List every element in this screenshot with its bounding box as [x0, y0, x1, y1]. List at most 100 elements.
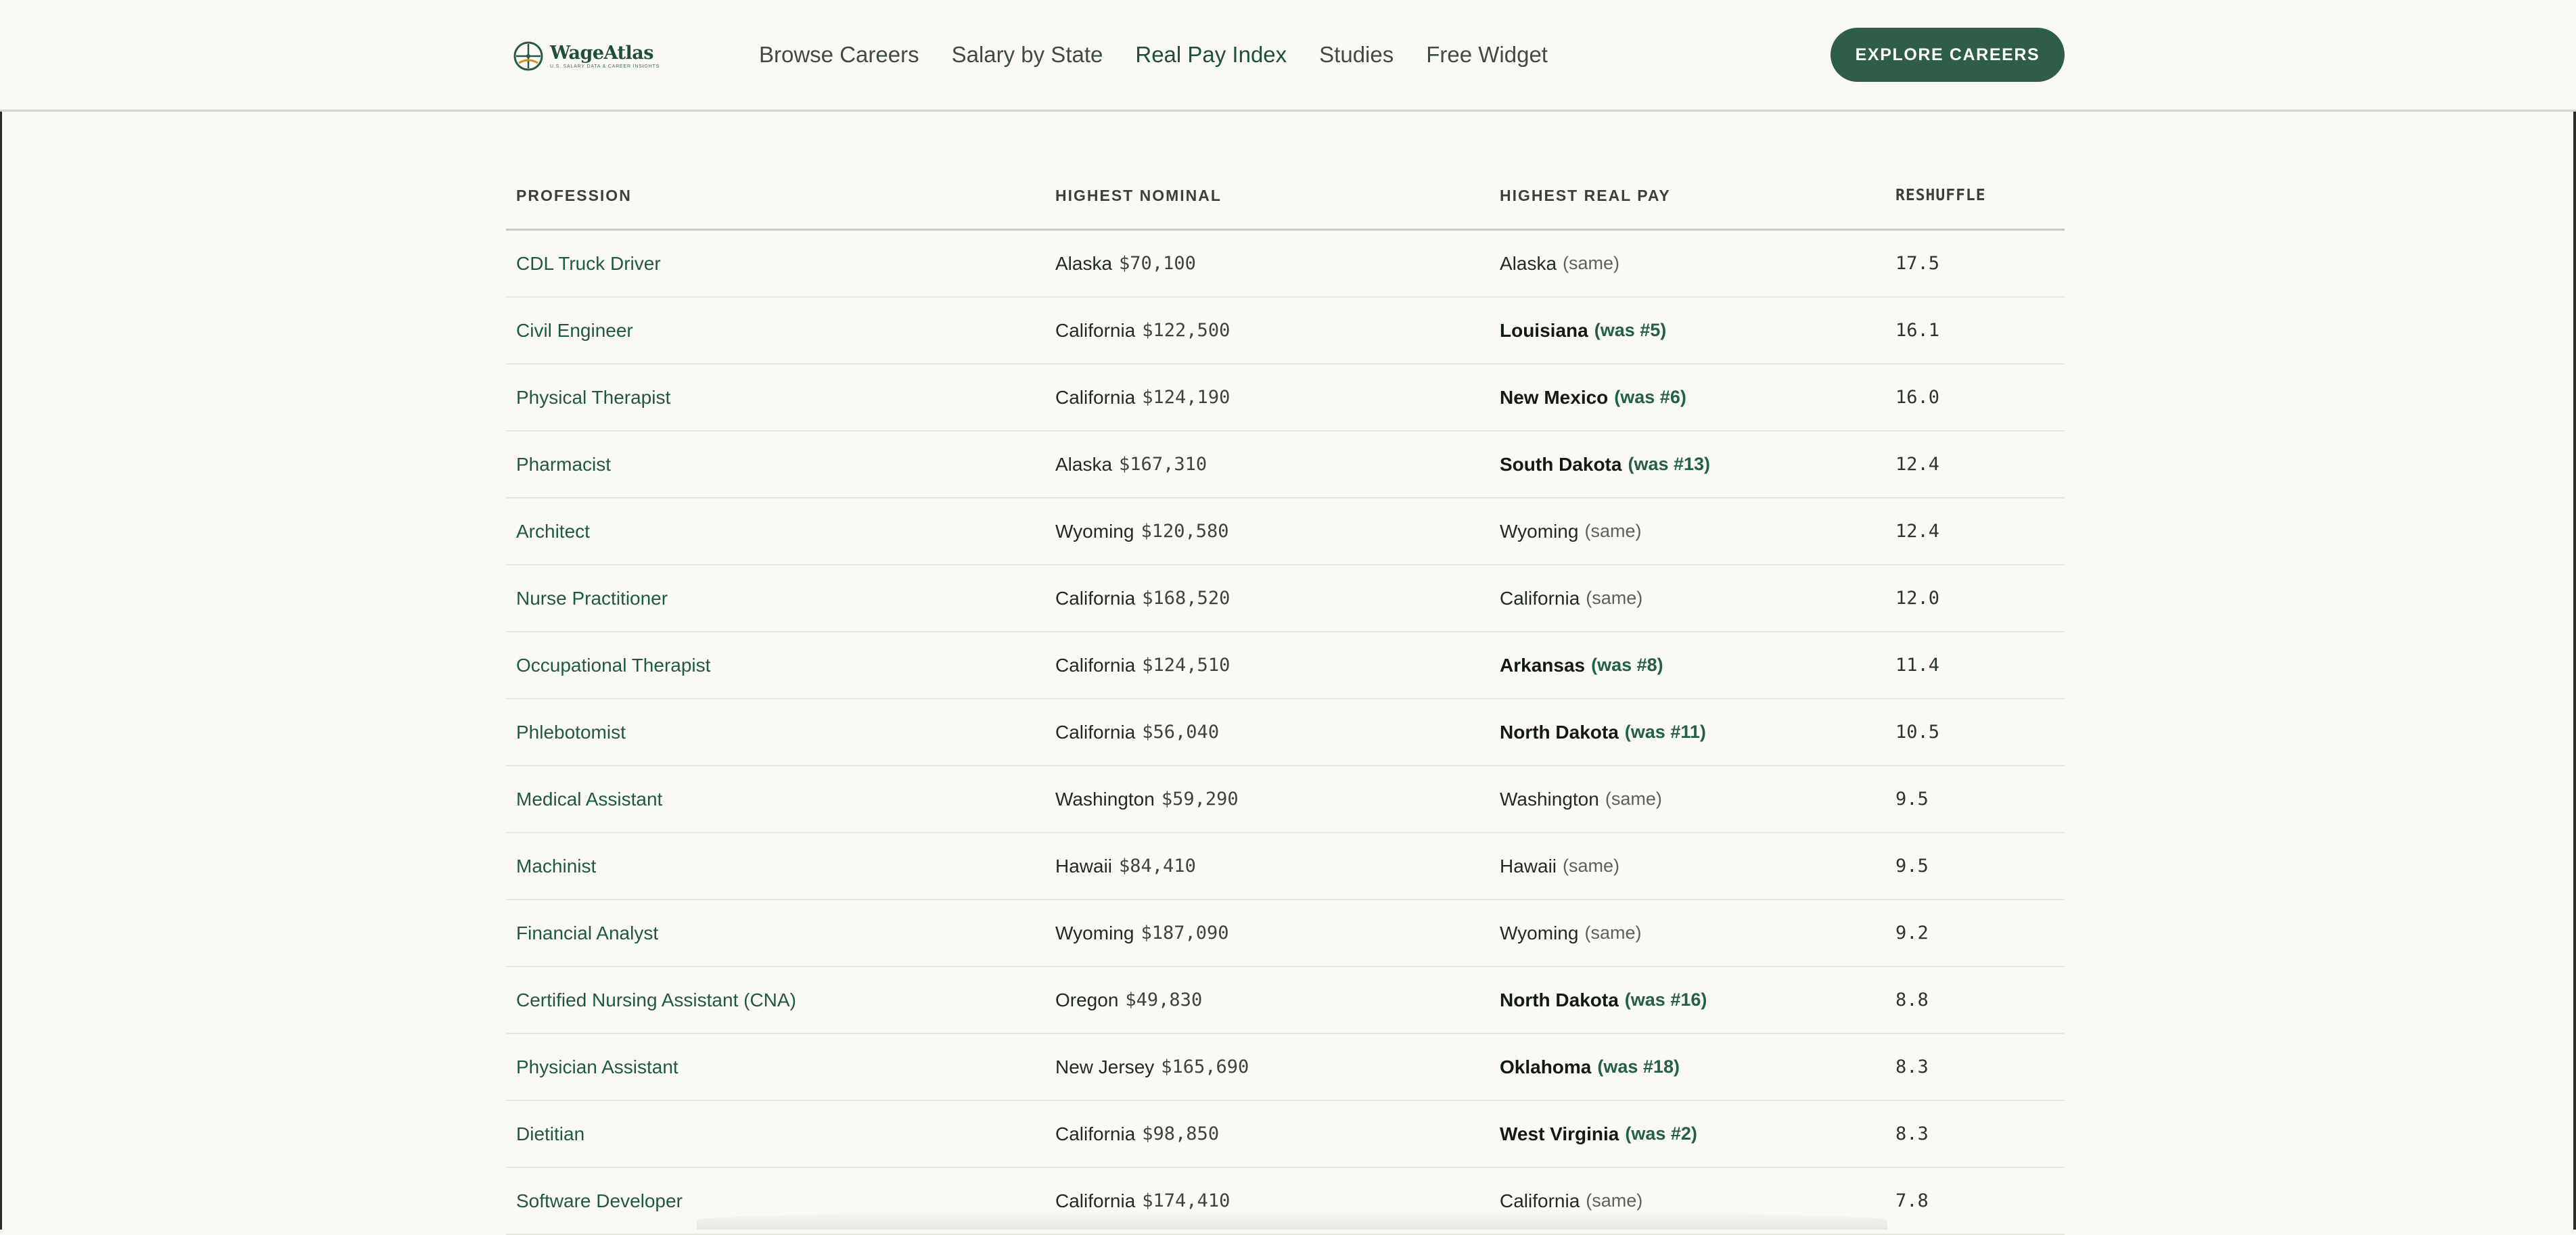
- highest-nominal-cell: Alaska $70,100: [1055, 231, 1196, 296]
- highest-nominal-cell: Hawaii $84,410: [1055, 833, 1196, 899]
- profession-link[interactable]: Phlebotomist: [516, 722, 626, 743]
- profession-link[interactable]: Machinist: [516, 856, 596, 877]
- reshuffle-score: 9.5: [1895, 856, 1929, 877]
- table-row: Civil Engineer California $122,500 Louisian…: [506, 298, 2065, 365]
- highest-real-pay-cell: Arkansas (was #8): [1500, 632, 1663, 698]
- highest-nominal-cell: California $122,500: [1055, 298, 1230, 363]
- table-row: Pharmacist Alaska $167,310 South Dakota (was…: [506, 432, 2065, 498]
- wageatlas-logo[interactable]: WageAtlas U.S. SALARY DATA & CAREER INSI…: [512, 37, 660, 75]
- profession-link[interactable]: Physical Therapist: [516, 387, 670, 409]
- table-header: PROFESSION HIGHEST NOMINAL HIGHEST REAL …: [506, 162, 2065, 231]
- table-body: CDL Truck Driver Alaska $70,100 Alaska (same…: [506, 231, 2065, 1235]
- nominal-pay: $56,040: [1142, 722, 1220, 743]
- column-header-reshuffle[interactable]: RESHUFFLE: [1895, 162, 1986, 229]
- column-header-highest-nominal: HIGHEST NOMINAL: [1055, 186, 1222, 204]
- table-row: CDL Truck Driver Alaska $70,100 Alaska (same…: [506, 231, 2065, 298]
- reshuffle-score: 11.4: [1895, 655, 1940, 676]
- rank-change-note: (was #5): [1594, 320, 1667, 340]
- nominal-state: New Jersey: [1055, 1056, 1155, 1077]
- table-row: Dietitian California $98,850 West Virginia (…: [506, 1101, 2065, 1168]
- table-row: Certified Nursing Assistant (CNA) Oregon $…: [506, 967, 2065, 1034]
- nav-studies[interactable]: Studies: [1319, 42, 1394, 68]
- profession-link[interactable]: CDL Truck Driver: [516, 253, 661, 275]
- real-pay-state: New Mexico: [1500, 386, 1609, 408]
- nav-real-pay-index[interactable]: Real Pay Index: [1135, 42, 1287, 68]
- profession-link[interactable]: Occupational Therapist: [516, 655, 710, 676]
- highest-real-pay-cell: California (same): [1500, 565, 1642, 631]
- compass-logo-icon: [513, 41, 543, 71]
- nominal-pay: $168,520: [1142, 588, 1230, 609]
- table-row: Physician Assistant New Jersey $165,690 Okl…: [506, 1034, 2065, 1101]
- highest-nominal-cell: California $98,850: [1055, 1101, 1219, 1167]
- highest-nominal-cell: California $56,040: [1055, 699, 1219, 765]
- nominal-pay: $59,290: [1161, 789, 1239, 810]
- real-pay-state: Louisiana: [1500, 319, 1588, 341]
- highest-real-pay-cell: Oklahoma (was #18): [1500, 1034, 1680, 1100]
- main-nav: Browse Careers Salary by State Real Pay …: [759, 38, 1580, 72]
- profession-link[interactable]: Civil Engineer: [516, 320, 633, 342]
- column-header-profession: PROFESSION: [516, 186, 632, 204]
- rank-change-note: (was #2): [1625, 1123, 1697, 1144]
- profession-link[interactable]: Certified Nursing Assistant (CNA): [516, 989, 796, 1011]
- real-pay-state: Wyoming: [1500, 922, 1579, 943]
- profession-link[interactable]: Pharmacist: [516, 454, 611, 475]
- table-row: Nurse Practitioner California $168,520 Cali…: [506, 565, 2065, 632]
- highest-real-pay-cell: South Dakota (was #13): [1500, 432, 1710, 497]
- profession-link[interactable]: Nurse Practitioner: [516, 588, 668, 609]
- nominal-state: California: [1055, 319, 1136, 341]
- profession-link[interactable]: Software Developer: [516, 1190, 683, 1212]
- reshuffle-score: 10.5: [1895, 722, 1940, 743]
- table-row: Physical Therapist California $124,190 New …: [506, 365, 2065, 432]
- reshuffle-score: 9.2: [1895, 923, 1929, 943]
- nav-free-widget[interactable]: Free Widget: [1426, 42, 1548, 68]
- nav-salary-by-state[interactable]: Salary by State: [952, 42, 1103, 68]
- nominal-state: Wyoming: [1055, 520, 1134, 542]
- real-pay-state: West Virginia: [1500, 1123, 1619, 1144]
- real-pay-table: PROFESSION HIGHEST NOMINAL HIGHEST REAL …: [506, 162, 2065, 1235]
- logo-name: WageAtlas: [550, 42, 653, 64]
- profession-link[interactable]: Dietitian: [516, 1123, 584, 1145]
- reshuffle-score: 8.3: [1895, 1056, 1929, 1077]
- nominal-state: California: [1055, 1190, 1136, 1211]
- window-left-border: [0, 0, 2, 1230]
- rank-change-note: (was #18): [1597, 1056, 1680, 1077]
- nav-browse-careers[interactable]: Browse Careers: [759, 42, 919, 68]
- highest-real-pay-cell: Alaska (same): [1500, 231, 1619, 296]
- nominal-pay: $98,850: [1142, 1123, 1220, 1144]
- reshuffle-score: 12.4: [1895, 521, 1940, 542]
- real-pay-state: Washington: [1500, 788, 1599, 810]
- nominal-state: Hawaii: [1055, 855, 1113, 877]
- reshuffle-score: 9.5: [1895, 789, 1929, 810]
- highest-nominal-cell: Oregon $49,830: [1055, 967, 1202, 1033]
- explore-careers-button[interactable]: EXPLORE CAREERS: [1831, 28, 2065, 82]
- nominal-pay: $122,500: [1142, 320, 1230, 341]
- profession-link[interactable]: Physician Assistant: [516, 1056, 678, 1078]
- nominal-pay: $84,410: [1119, 856, 1196, 877]
- nominal-state: Alaska: [1055, 252, 1113, 274]
- reshuffle-score: 8.8: [1895, 989, 1929, 1010]
- site-header: WageAtlas U.S. SALARY DATA & CAREER INSI…: [0, 0, 2576, 112]
- rank-change-note: (same): [1563, 253, 1620, 273]
- real-pay-state: North Dakota: [1500, 721, 1619, 743]
- profession-link[interactable]: Architect: [516, 521, 590, 542]
- nominal-pay: $70,100: [1119, 253, 1196, 274]
- highest-real-pay-cell: Hawaii (same): [1500, 833, 1619, 899]
- highest-real-pay-cell: Louisiana (was #5): [1500, 298, 1666, 363]
- rank-change-note: (was #8): [1591, 655, 1663, 675]
- profession-link[interactable]: Medical Assistant: [516, 789, 662, 810]
- highest-real-pay-cell: Wyoming (same): [1500, 498, 1641, 564]
- table-row: Architect Wyoming $120,580 Wyoming (same) 12.…: [506, 498, 2065, 565]
- real-pay-state: California: [1500, 587, 1580, 609]
- highest-nominal-cell: California $168,520: [1055, 565, 1230, 631]
- table-row: Financial Analyst Wyoming $187,090 Wyoming(…: [506, 900, 2065, 967]
- rank-change-note: (same): [1584, 923, 1642, 943]
- nominal-pay: $124,190: [1142, 387, 1230, 408]
- real-pay-state: Wyoming: [1500, 520, 1579, 542]
- rank-change-note: (same): [1563, 856, 1620, 876]
- nominal-state: California: [1055, 654, 1136, 676]
- real-pay-state: Oklahoma: [1500, 1056, 1592, 1077]
- nominal-state: California: [1055, 587, 1136, 609]
- highest-nominal-cell: California $124,190: [1055, 365, 1230, 430]
- rank-change-note: (was #13): [1628, 454, 1711, 474]
- profession-link[interactable]: Financial Analyst: [516, 923, 658, 944]
